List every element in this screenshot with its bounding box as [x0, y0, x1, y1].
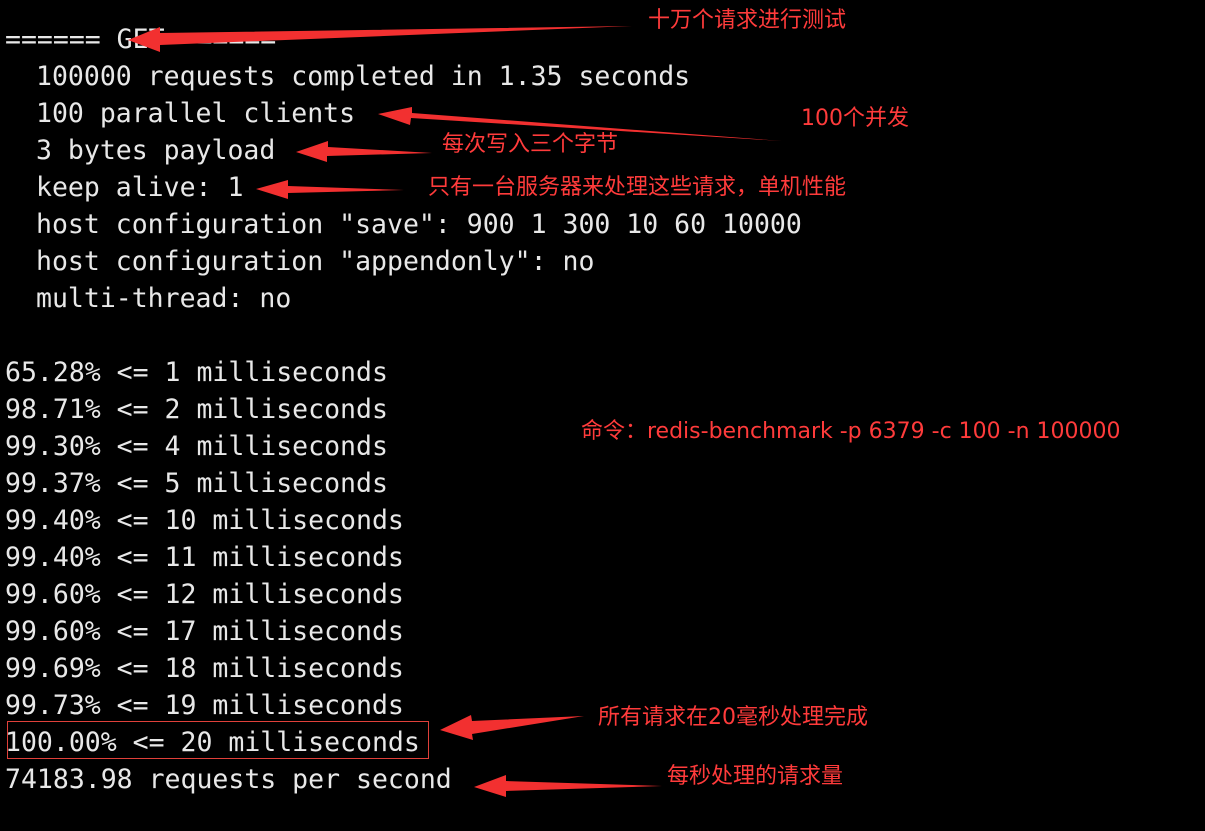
summary-save-config: host configuration "save": 900 1 300 10 …: [36, 209, 802, 240]
latency-line: 99.69% <= 18 milliseconds: [5, 653, 404, 684]
complete-annotation: 所有请求在20毫秒处理完成: [598, 705, 868, 730]
throughput-line: 74183.98 requests per second: [5, 764, 452, 795]
benchmark-header: ====== GET ======: [5, 24, 277, 55]
requests-annotation: 十万个请求进行测试: [648, 8, 847, 33]
latency-line: 65.28% <= 1 milliseconds: [5, 357, 388, 388]
latency-line: 98.71% <= 2 milliseconds: [5, 394, 388, 425]
summary-appendonly-config: host configuration "appendonly": no: [36, 246, 595, 277]
latency-line: 99.30% <= 4 milliseconds: [5, 431, 388, 462]
highlight-box: [7, 721, 429, 759]
summary-payload: 3 bytes payload: [36, 135, 276, 166]
summary-parallel: 100 parallel clients: [36, 98, 356, 129]
latency-line: 99.60% <= 12 milliseconds: [5, 579, 404, 610]
latency-line: 99.40% <= 11 milliseconds: [5, 542, 404, 573]
parallel-annotation: 100个并发: [801, 106, 909, 131]
latency-line: 99.73% <= 19 milliseconds: [5, 690, 404, 721]
latency-line: 99.40% <= 10 milliseconds: [5, 505, 404, 536]
command-annotation: 命令：redis-benchmark -p 6379 -c 100 -n 100…: [581, 419, 1121, 444]
summary-keepalive: keep alive: 1: [36, 172, 244, 203]
latency-line: 99.60% <= 17 milliseconds: [5, 616, 404, 647]
keepalive-annotation: 只有一台服务器来处理这些请求，单机性能: [428, 175, 847, 200]
throughput-annotation: 每秒处理的请求量: [667, 764, 844, 789]
payload-annotation: 每次写入三个字节: [442, 132, 619, 157]
latency-line: 99.37% <= 5 milliseconds: [5, 468, 388, 499]
summary-requests: 100000 requests completed in 1.35 second…: [36, 61, 691, 92]
summary-multithread: multi-thread: no: [36, 283, 292, 314]
